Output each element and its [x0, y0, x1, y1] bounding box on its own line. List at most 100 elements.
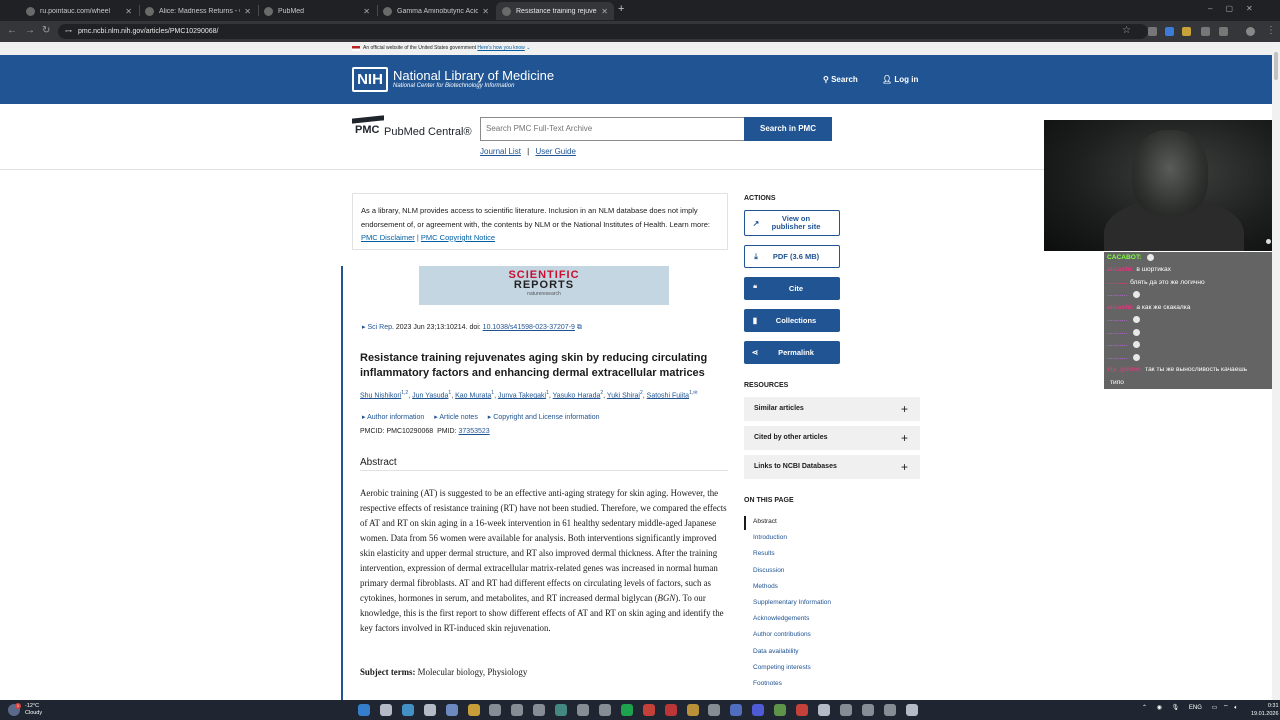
browser-tab-active[interactable]: Resistance training rejuvenate ✕: [496, 2, 614, 20]
pmc-disclaimer-link[interactable]: PMC Disclaimer: [361, 233, 415, 242]
browser-tab[interactable]: Alice: Madness Returns - Goog ✕: [139, 2, 257, 20]
journal-list-link[interactable]: Journal List: [480, 147, 521, 156]
new-tab-button[interactable]: +: [618, 3, 624, 15]
windows-start-icon[interactable]: [358, 704, 370, 716]
author-link[interactable]: Satoshi Fujita: [647, 392, 689, 399]
url-field[interactable]: ⊶ pmc.ncbi.nlm.nih.gov/articles/PMC10290…: [58, 24, 1148, 39]
ncbi-links-accordion[interactable]: Links to NCBI Databases +: [744, 455, 920, 479]
app-icon[interactable]: [686, 704, 699, 716]
toc-item[interactable]: Supplementary Information: [753, 599, 831, 606]
journal-banner[interactable]: SCIENTIFIC REPORTS natureresearch: [419, 266, 669, 305]
browser-tab[interactable]: ru.pointauc.com/wheel ✕: [20, 2, 138, 20]
browser-icon[interactable]: [555, 704, 568, 716]
toc-item[interactable]: Methods: [753, 583, 778, 590]
app-icon[interactable]: [489, 704, 502, 716]
author-link[interactable]: Yuki Shirai: [607, 392, 640, 399]
toc-item[interactable]: Data availability: [753, 648, 799, 655]
app-icon[interactable]: [796, 704, 808, 716]
network-icon[interactable]: ◉: [1157, 705, 1162, 711]
wifi-icon[interactable]: ⌔: [1223, 705, 1229, 711]
nih-logo[interactable]: NIH: [352, 67, 388, 92]
app-icon[interactable]: [861, 704, 874, 716]
app-icon[interactable]: [511, 704, 524, 716]
extensions-puzzle-icon[interactable]: [1219, 27, 1228, 36]
doi-link[interactable]: 10.1038/s41598-023-37207-9: [483, 324, 575, 331]
article-notes-toggle[interactable]: ▸ Article notes: [434, 414, 478, 421]
system-tray[interactable]: ⌃ ◉ 🎙︎ ENG ▭ ⌔ 🔈︎: [1142, 703, 1238, 712]
app-icon[interactable]: [817, 704, 830, 716]
tab-close-icon[interactable]: ✕: [601, 7, 608, 16]
discord-icon[interactable]: [752, 704, 765, 716]
login-button[interactable]: 👤︎ Log in: [882, 75, 918, 84]
site-info-icon[interactable]: ⊶: [65, 24, 72, 39]
calendar-icon[interactable]: [533, 704, 546, 716]
toc-item[interactable]: Footnotes: [753, 680, 782, 687]
forward-arrow-icon[interactable]: →: [25, 25, 35, 36]
pmc-logo[interactable]: PMC: [352, 115, 384, 139]
author-link[interactable]: Kao Murata: [455, 392, 491, 399]
nlm-title[interactable]: National Library of Medicine: [393, 68, 554, 83]
search-icon[interactable]: [379, 704, 392, 716]
tab-close-icon[interactable]: ✕: [244, 7, 251, 16]
window-controls[interactable]: –▢✕: [1208, 4, 1266, 13]
view-on-publisher-button[interactable]: ↗ View on publisher site: [744, 210, 840, 236]
tab-close-icon[interactable]: ✕: [125, 7, 132, 16]
pmc-name[interactable]: PubMed Central®: [384, 126, 472, 138]
steam-icon[interactable]: [577, 704, 589, 716]
user-guide-link[interactable]: User Guide: [535, 147, 575, 156]
display-icon[interactable]: ▭: [1212, 705, 1218, 711]
tab-close-icon[interactable]: ✕: [482, 7, 489, 16]
profile-avatar[interactable]: [1246, 27, 1255, 36]
minecraft-icon[interactable]: [774, 704, 787, 716]
tab-close-icon[interactable]: ✕: [363, 7, 370, 16]
tray-chevron-icon[interactable]: ⌃: [1142, 705, 1147, 711]
clock[interactable]: 0:31 19.01.2026: [1251, 702, 1279, 718]
similar-articles-accordion[interactable]: Similar articles +: [744, 397, 920, 421]
extension-icon[interactable]: [1182, 27, 1191, 36]
toc-item[interactable]: Introduction: [753, 534, 787, 541]
volume-icon[interactable]: 🔈︎: [1234, 705, 1238, 711]
lang-indicator[interactable]: ENG: [1189, 705, 1202, 711]
toc-item[interactable]: Discussion: [753, 567, 784, 574]
browser-tab[interactable]: Gamma Aminobutyric Acid-Enr ✕: [377, 2, 495, 20]
app-icon[interactable]: [883, 704, 896, 716]
pmc-search-input[interactable]: Search PMC Full-Text Archive: [480, 117, 745, 141]
mic-icon[interactable]: 🎙︎: [1172, 705, 1180, 711]
cite-button[interactable]: ❝ Cite: [744, 277, 840, 300]
toc-item[interactable]: Competing interests: [753, 664, 811, 671]
toc-item[interactable]: Results: [753, 550, 775, 557]
bookmark-star-icon[interactable]: ☆: [1122, 25, 1131, 36]
gallery-icon[interactable]: [401, 704, 414, 716]
author-link[interactable]: Yasuko Harada: [553, 392, 601, 399]
app-icon[interactable]: [423, 704, 436, 716]
author-link[interactable]: Junya Takegaki: [498, 392, 546, 399]
app-icon[interactable]: [839, 704, 852, 716]
toc-item[interactable]: Author contributions: [753, 631, 811, 638]
author-link[interactable]: Jun Yasuda: [412, 392, 448, 399]
toc-item[interactable]: Abstract: [753, 518, 777, 525]
pmc-copyright-link[interactable]: PMC Copyright Notice: [421, 233, 495, 242]
copyright-license-toggle[interactable]: ▸ Copyright and License information: [488, 414, 600, 421]
back-arrow-icon[interactable]: ←: [7, 25, 17, 36]
heres-how-you-know-link[interactable]: Here's how you know: [477, 45, 524, 51]
weather-widget[interactable]: -12°C Cloudy: [25, 703, 42, 717]
settings-icon[interactable]: [598, 704, 611, 716]
app-icon[interactable]: [730, 704, 743, 716]
pmid-link[interactable]: 37353523: [459, 428, 490, 435]
pmc-search-button[interactable]: Search in PMC: [744, 117, 832, 141]
terminal-icon[interactable]: [445, 704, 458, 716]
file-explorer-icon[interactable]: [467, 704, 480, 716]
author-information-toggle[interactable]: ▸ Author information: [362, 414, 424, 421]
weather-icon[interactable]: 1: [8, 703, 21, 716]
permalink-button[interactable]: ⋖ Permalink: [744, 341, 840, 364]
collections-button[interactable]: ▮ Collections: [744, 309, 840, 332]
app-icon[interactable]: [708, 704, 721, 716]
browser-menu-icon[interactable]: ⋮: [1266, 25, 1276, 36]
extension-icon[interactable]: [1201, 27, 1210, 36]
cited-by-accordion[interactable]: Cited by other articles +: [744, 426, 920, 450]
affiliation-sup[interactable]: 1,✉: [689, 390, 697, 396]
author-link[interactable]: Shu Nishikori: [360, 392, 401, 399]
scrollbar-thumb[interactable]: [1274, 52, 1278, 80]
settings-icon[interactable]: [905, 704, 918, 716]
header-search-button[interactable]: ⚲ Search: [823, 75, 858, 84]
